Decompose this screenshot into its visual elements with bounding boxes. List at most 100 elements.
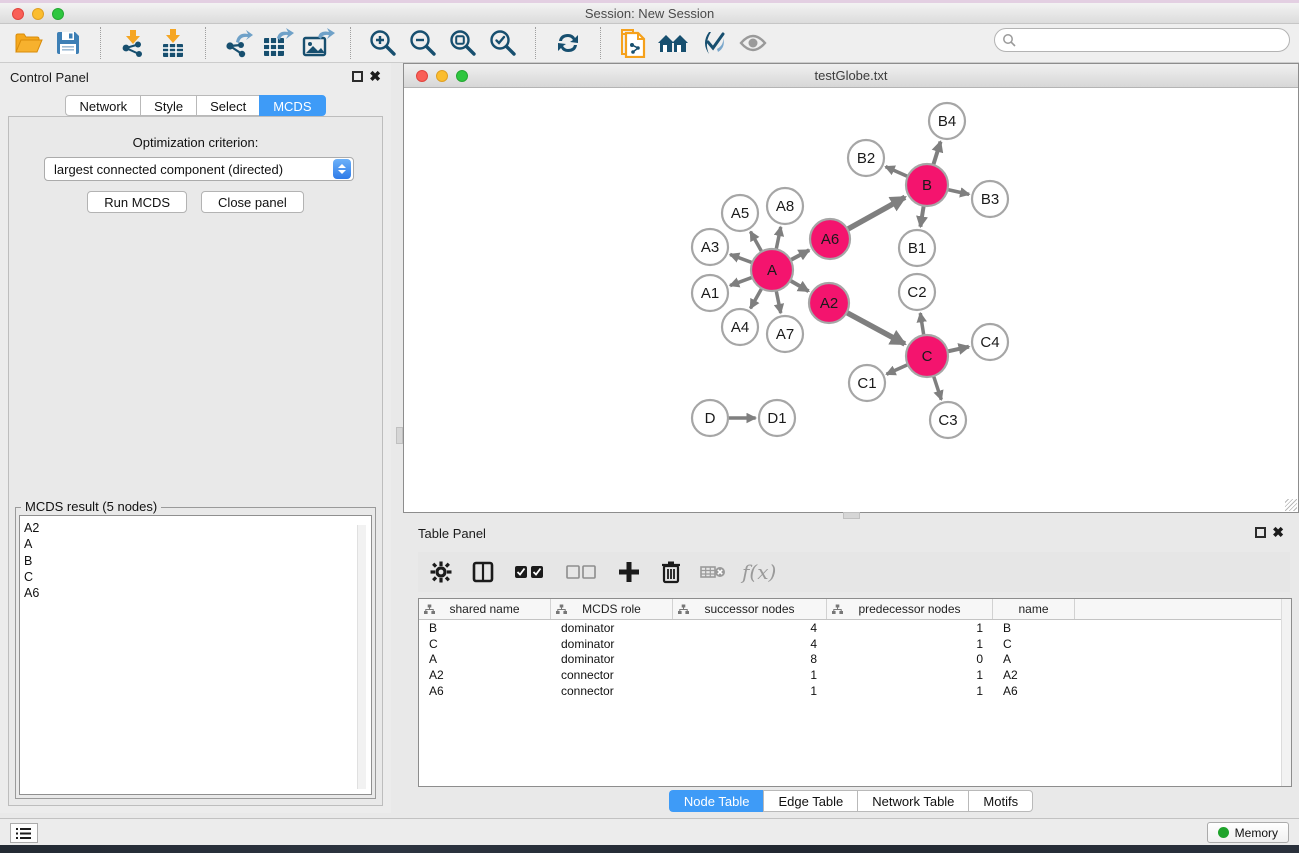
network-canvas[interactable]: AA1A2A3A4A5A6A7A8BB1B2B3B4CC1C2C3C4DD1 [404,89,1298,512]
table-cell[interactable]: A [993,652,1075,666]
table-cell[interactable]: 4 [673,621,827,635]
table-cell[interactable]: connector [551,684,673,698]
zoom-in-icon[interactable] [363,26,403,60]
mcds-result-item[interactable]: A2 [24,520,371,536]
close-panel-button[interactable]: Close panel [201,191,304,213]
open-session-icon[interactable] [8,26,48,60]
zoom-out-icon[interactable] [403,26,443,60]
task-history-button[interactable] [10,823,38,843]
memory-button[interactable]: Memory [1207,822,1289,843]
import-table-icon[interactable] [153,26,193,60]
float-table-panel-icon[interactable] [1255,527,1266,538]
table-cell[interactable]: 1 [673,668,827,682]
add-row-icon[interactable] [616,559,642,585]
table-cell[interactable]: dominator [551,621,673,635]
graph-node-label: A1 [701,285,719,302]
search-field[interactable] [994,28,1290,52]
close-table-panel-icon[interactable]: ✖ [1272,524,1284,541]
tab-mcds[interactable]: MCDS [259,95,325,116]
split-divider-grip[interactable] [843,512,860,519]
table-cell[interactable]: 0 [827,652,993,666]
network-document-icon[interactable] [613,26,653,60]
table-cell[interactable]: A2 [993,668,1075,682]
node-table[interactable]: shared nameMCDS rolesuccessor nodesprede… [418,598,1292,787]
table-row[interactable]: Bdominator41B [419,620,1291,636]
unselect-all-checks-icon[interactable] [564,559,600,585]
tab-node-table[interactable]: Node Table [669,790,764,812]
table-cell[interactable]: 1 [673,684,827,698]
network-graph[interactable]: AA1A2A3A4A5A6A7A8BB1B2B3B4CC1C2C3C4DD1 [404,89,1298,512]
table-cell[interactable]: dominator [551,637,673,651]
toolbar-separator [100,27,101,59]
mcds-result-item[interactable]: A [24,536,371,552]
table-cell[interactable]: 8 [673,652,827,666]
table-row[interactable]: A2connector11A2 [419,667,1291,683]
column-header[interactable]: predecessor nodes [827,599,993,619]
delete-row-icon[interactable] [658,559,684,585]
table-row[interactable]: Adominator80A [419,651,1291,667]
table-cell[interactable]: A6 [419,684,551,698]
tab-motifs[interactable]: Motifs [968,790,1033,812]
export-image-icon[interactable] [298,26,338,60]
column-header[interactable]: MCDS role [551,599,673,619]
delete-table-icon[interactable] [700,559,726,585]
graph-node-label: D1 [767,410,786,427]
table-cell[interactable]: dominator [551,652,673,666]
mcds-list-scrollbar[interactable] [357,525,366,789]
window-resize-grip[interactable] [1285,499,1297,511]
export-network-icon[interactable] [218,26,258,60]
tab-select[interactable]: Select [196,95,259,116]
table-settings-icon[interactable] [428,559,454,585]
mcds-result-item[interactable]: C [24,569,371,585]
table-cell[interactable]: A2 [419,668,551,682]
split-divider-grip[interactable] [396,427,403,444]
table-cell[interactable]: C [419,637,551,651]
table-cell[interactable]: 1 [827,684,993,698]
toggle-graphics-details-icon[interactable] [693,26,733,60]
refresh-icon[interactable] [548,26,588,60]
column-header[interactable]: shared name [419,599,551,619]
run-mcds-button[interactable]: Run MCDS [87,191,187,213]
table-row[interactable]: Cdominator41C [419,636,1291,652]
function-builder-icon[interactable]: f(x) [742,560,776,584]
table-header-row[interactable]: shared nameMCDS rolesuccessor nodesprede… [419,599,1291,620]
column-visibility-icon[interactable] [470,559,496,585]
table-cell[interactable]: B [419,621,551,635]
table-cell[interactable]: C [993,637,1075,651]
mcds-result-item[interactable]: A6 [24,585,371,601]
graph-node-label: C [922,348,933,365]
export-table-icon[interactable] [258,26,298,60]
zoom-fit-icon[interactable] [443,26,483,60]
tab-network-table[interactable]: Network Table [857,790,968,812]
table-cell[interactable]: A [419,652,551,666]
table-cell[interactable]: 1 [827,637,993,651]
float-panel-icon[interactable] [352,71,363,82]
table-cell[interactable]: 1 [827,621,993,635]
tab-edge-table[interactable]: Edge Table [763,790,857,812]
tab-network[interactable]: Network [65,95,140,116]
close-panel-icon[interactable]: ✖ [369,68,381,85]
table-cell[interactable]: B [993,621,1075,635]
home-icon[interactable] [653,26,693,60]
eye-icon[interactable] [733,26,773,60]
table-scrollbar[interactable] [1281,599,1291,786]
column-header[interactable]: name [993,599,1075,619]
select-all-checks-icon[interactable] [512,559,548,585]
save-session-icon[interactable] [48,26,88,60]
criterion-select[interactable]: largest connected component (directed) [44,157,354,181]
mcds-result-list[interactable]: A2ABCA6 [19,515,372,795]
table-cell[interactable]: 1 [827,668,993,682]
table-row[interactable]: A6connector11A6 [419,683,1291,699]
network-window-title: testGlobe.txt [404,68,1298,83]
table-cell[interactable]: A6 [993,684,1075,698]
network-window-titlebar[interactable]: testGlobe.txt [404,64,1298,88]
column-header[interactable]: successor nodes [673,599,827,619]
table-cell[interactable]: connector [551,668,673,682]
zoom-selected-icon[interactable] [483,26,523,60]
table-cell[interactable]: 4 [673,637,827,651]
search-input[interactable] [1016,33,1289,47]
tab-style[interactable]: Style [140,95,196,116]
network-view-window: testGlobe.txt AA1A2A3A4A5A6A7A8BB1B2B3B4… [403,63,1299,513]
mcds-result-item[interactable]: B [24,553,371,569]
import-network-icon[interactable] [113,26,153,60]
